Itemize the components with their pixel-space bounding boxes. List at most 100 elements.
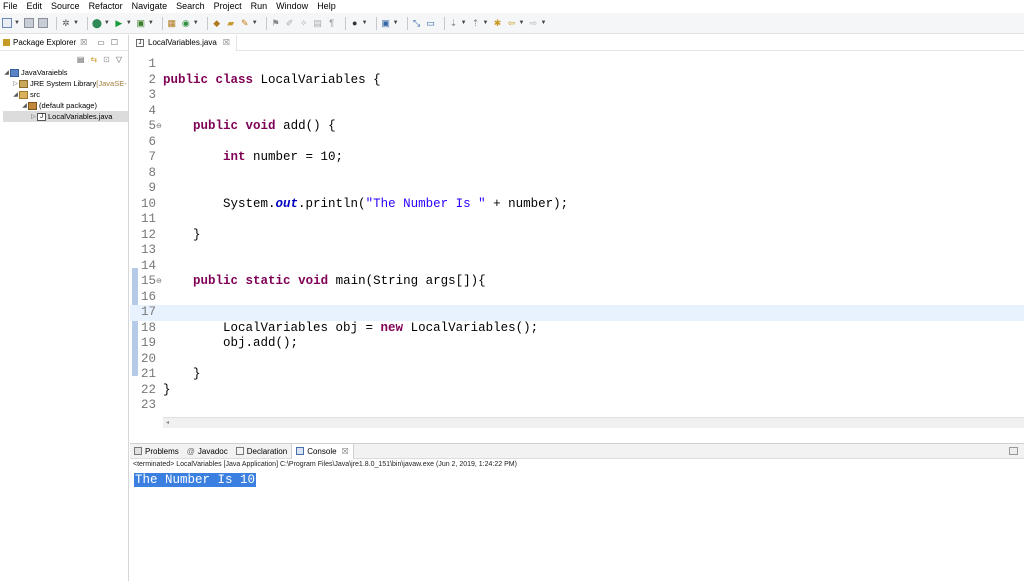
code-line[interactable]: 22} [130, 383, 1024, 399]
code-line[interactable]: 19 obj.add(); [130, 336, 1024, 352]
show-whitespace-icon[interactable]: ¶ [327, 18, 337, 28]
close-icon[interactable]: ☒ [223, 38, 230, 47]
run-icon[interactable]: ▶ [114, 18, 124, 28]
toggle-mark-icon[interactable]: ✐ [285, 18, 295, 28]
last-edit-icon[interactable]: ✱ [492, 18, 502, 28]
collapse-all-icon[interactable]: ▤ [77, 55, 85, 64]
code-line[interactable]: 20 [130, 352, 1024, 368]
scroll-left-icon[interactable]: ◂ [166, 420, 169, 426]
new-dropdown-icon[interactable]: ▼ [14, 20, 20, 26]
block-selection-icon[interactable]: ▤ [313, 18, 323, 28]
expanded-arrow-icon[interactable]: ◢ [12, 91, 19, 98]
new-java-project-icon[interactable]: ▦ [167, 18, 177, 28]
code-line[interactable]: 5 ⊖ public void add() { [130, 119, 1024, 135]
tree-item-default-package[interactable]: ◢ (default package) [3, 100, 128, 111]
code-line[interactable]: 4 [130, 104, 1024, 120]
code-line[interactable]: 21 } [130, 367, 1024, 383]
code-line[interactable]: 1 [130, 57, 1024, 73]
close-icon[interactable]: ☒ [342, 447, 349, 456]
link-with-editor-icon[interactable]: ⇆ [90, 55, 97, 64]
code-line[interactable]: 17 [130, 305, 1024, 321]
code-line[interactable]: 10 System.out.println("The Number Is " +… [130, 197, 1024, 213]
code-line[interactable]: 3 [130, 88, 1024, 104]
view-menu-icon[interactable]: ▽ [116, 55, 122, 64]
tree-item-jre[interactable]: ▷ JRE System Library [JavaSE- [3, 78, 128, 89]
forward-dropdown-icon[interactable]: ▼ [540, 20, 546, 26]
debug-icon[interactable]: ⬤ [92, 18, 102, 28]
back-icon[interactable]: ⇦ [506, 18, 516, 28]
save-icon[interactable] [23, 18, 34, 28]
search-dropdown-icon[interactable]: ▼ [252, 20, 258, 26]
console-output-text[interactable]: The Number Is 10 [134, 473, 257, 487]
code-line[interactable]: 8 [130, 166, 1024, 182]
horizontal-scrollbar[interactable]: ◂ [163, 417, 1024, 428]
menu-source[interactable]: Source [51, 0, 80, 13]
user-icon[interactable]: ● [350, 18, 360, 28]
close-icon[interactable]: ☒ [80, 38, 87, 47]
terminal-icon[interactable]: ▣ [381, 18, 391, 28]
minimize-icon[interactable] [1009, 447, 1018, 455]
code-line[interactable]: 15 ⊖ public static void main(String args[… [130, 274, 1024, 290]
expanded-arrow-icon[interactable]: ◢ [3, 69, 10, 76]
menu-project[interactable]: Project [214, 0, 242, 13]
run-dropdown-icon[interactable]: ▼ [126, 20, 132, 26]
code-line[interactable]: 23 [130, 398, 1024, 414]
next-annotation-dropdown-icon[interactable]: ▼ [461, 20, 467, 26]
code-line[interactable]: 11 [130, 212, 1024, 228]
forward-icon[interactable]: ⇨ [528, 18, 538, 28]
menu-run[interactable]: Run [251, 0, 268, 13]
menu-navigate[interactable]: Navigate [132, 0, 168, 13]
editor-tab[interactable]: J LocalVariables.java ☒ [130, 34, 237, 51]
fold-toggle-icon[interactable]: ⊖ [156, 119, 162, 135]
collapsed-arrow-icon[interactable]: ▷ [12, 80, 19, 87]
code-line[interactable]: 14 [130, 259, 1024, 275]
tab-javadoc[interactable]: @ Javadoc [183, 444, 232, 459]
menu-refactor[interactable]: Refactor [89, 0, 123, 13]
tab-problems[interactable]: Problems [130, 444, 183, 459]
open-folder-icon[interactable]: ▰ [226, 18, 236, 28]
code-editor[interactable]: 1 2 public class LocalVariables {3 4 5 ⊖ publ… [130, 52, 1024, 428]
toggle-breadcrumb-icon[interactable]: ✧ [299, 18, 309, 28]
external-dropdown-icon[interactable]: ▼ [148, 20, 154, 26]
next-annotation-icon[interactable]: ⇣ [449, 18, 459, 28]
tree-item-java-file[interactable]: ▷ J LocalVariables.java [3, 111, 128, 122]
package-explorer-title[interactable]: Package Explorer [13, 38, 76, 47]
package-dropdown-icon[interactable]: ▼ [193, 20, 199, 26]
minimize-maximize-icons[interactable]: ▭☐ [97, 38, 124, 47]
user-dropdown-icon[interactable]: ▼ [362, 20, 368, 26]
code-line[interactable]: 13 [130, 243, 1024, 259]
fold-toggle-icon[interactable]: ⊖ [156, 274, 162, 290]
tree-item-src[interactable]: ◢ src [3, 89, 128, 100]
settings-dropdown-icon[interactable]: ▼ [73, 20, 79, 26]
search-icon[interactable]: ✎ [240, 18, 250, 28]
expanded-arrow-icon[interactable]: ◢ [21, 102, 28, 109]
code-line[interactable]: 2 public class LocalVariables { [130, 73, 1024, 89]
prev-annotation-icon[interactable]: ⇡ [471, 18, 481, 28]
annotation-icon[interactable]: ⚑ [271, 18, 281, 28]
code-line[interactable]: 16 [130, 290, 1024, 306]
code-line[interactable]: 18 LocalVariables obj = new LocalVariabl… [130, 321, 1024, 337]
tab-console[interactable]: Console ☒ [291, 443, 354, 459]
focus-icon[interactable]: ⊡ [103, 55, 110, 64]
open-type-icon[interactable]: ◆ [212, 18, 222, 28]
code-line[interactable]: 7 int number = 10; [130, 150, 1024, 166]
debug-settings-icon[interactable]: ✲ [61, 18, 71, 28]
code-line[interactable]: 12 } [130, 228, 1024, 244]
code-line[interactable]: 9 [130, 181, 1024, 197]
new-package-icon[interactable]: ◉ [181, 18, 191, 28]
debug-dropdown-icon[interactable]: ▼ [104, 20, 110, 26]
menu-edit[interactable]: Edit [27, 0, 43, 13]
menu-window[interactable]: Window [276, 0, 308, 13]
new-icon[interactable] [2, 18, 12, 28]
terminate-icon[interactable]: ▭ [426, 18, 436, 28]
collapsed-arrow-icon[interactable]: ▷ [30, 113, 37, 120]
terminal-dropdown-icon[interactable]: ▼ [393, 20, 399, 26]
menu-search[interactable]: Search [176, 0, 205, 13]
prev-annotation-dropdown-icon[interactable]: ▼ [483, 20, 489, 26]
tab-declaration[interactable]: Declaration [232, 444, 291, 459]
menu-help[interactable]: Help [317, 0, 336, 13]
external-tools-icon[interactable]: ▣ [136, 18, 146, 28]
code-line[interactable]: 6 [130, 135, 1024, 151]
tree-item-project[interactable]: ◢ JavaVaraiebls [3, 67, 128, 78]
back-dropdown-icon[interactable]: ▼ [518, 20, 524, 26]
